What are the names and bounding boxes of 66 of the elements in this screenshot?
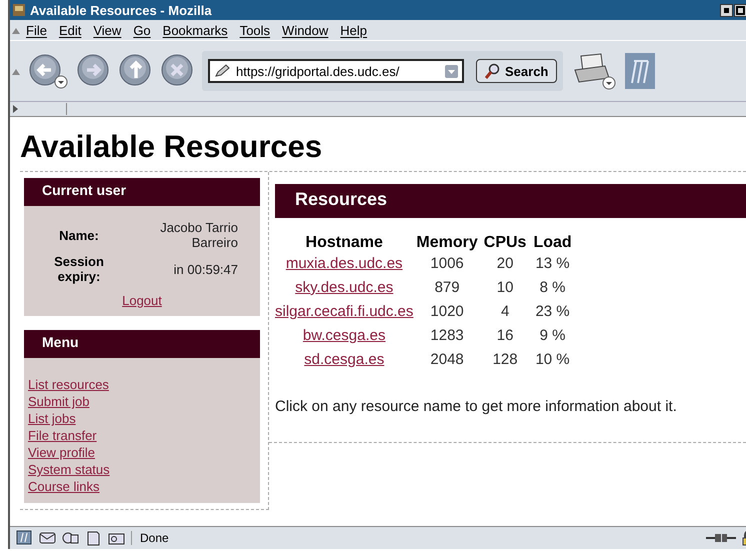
table-cell: 1283 — [430, 327, 464, 344]
hostname-link[interactable]: bw.cesga.es — [302, 327, 386, 344]
field-value: in 00:59:47 — [172, 262, 238, 276]
table-cell: 2048 — [430, 351, 464, 368]
table-cell: 9 % — [540, 327, 566, 344]
column-header: CPUs — [484, 234, 526, 251]
search-icon — [485, 63, 501, 79]
menu-link[interactable]: View profile — [28, 444, 256, 461]
table-cell: 1020 — [430, 303, 464, 320]
table-cell: 879 — [434, 279, 460, 296]
menu-item[interactable]: Edit — [52, 22, 88, 38]
column-header: Memory — [416, 234, 478, 251]
app-icon — [12, 3, 26, 17]
hostname-link[interactable]: sky.des.udc.es — [295, 279, 394, 296]
menu-item[interactable]: File — [20, 22, 53, 38]
status-text: Done — [131, 531, 169, 545]
table-cell: 4 — [500, 303, 510, 320]
menu-link[interactable]: List resources — [28, 376, 256, 393]
search-button[interactable]: Search — [476, 59, 558, 83]
navigator-icon[interactable] — [16, 530, 33, 546]
address-field[interactable]: https://gridportal.des.udc.es/ — [208, 59, 464, 83]
column-header: Load — [533, 234, 572, 251]
panel-title: Current user — [24, 178, 260, 206]
table-cell: 1006 — [430, 255, 464, 272]
table-cell: 16 — [496, 327, 514, 344]
table-cell: 13 % — [535, 255, 570, 272]
hostname-link[interactable]: sd.cesga.es — [304, 351, 384, 368]
menu-link[interactable]: File transfer — [28, 427, 256, 444]
expand-icon[interactable] — [10, 103, 20, 115]
menu-item[interactable]: Go — [127, 22, 157, 38]
table-cell: 10 — [496, 279, 514, 296]
table-cell: 10 % — [535, 351, 570, 368]
menu-link[interactable]: Submit job — [28, 393, 256, 410]
menu-item[interactable]: Help — [334, 22, 374, 38]
hostname-link[interactable]: muxia.des.udc.es — [286, 255, 403, 272]
logout-link[interactable]: Logout — [122, 293, 162, 308]
menu-item[interactable]: Tools — [234, 22, 276, 38]
section-title: Resources — [275, 184, 746, 218]
table-cell: 8 % — [540, 279, 566, 296]
window-title: Available Resources - Mozilla — [30, 2, 213, 18]
menu-item[interactable]: Bookmarks — [156, 22, 234, 38]
pen-icon — [214, 64, 230, 78]
table-cell: 23 % — [535, 303, 570, 320]
table-cell: 20 — [496, 255, 514, 272]
minimize-icon[interactable] — [720, 4, 733, 16]
field-label: Session expiry: — [54, 254, 104, 284]
menu-item[interactable]: Window — [276, 22, 334, 38]
hostname-link[interactable]: silgar.cecafi.fi.udc.es — [275, 303, 414, 320]
table-cell: 128 — [492, 351, 518, 368]
connection-icon — [706, 531, 736, 545]
menu-link[interactable]: List jobs — [28, 410, 256, 427]
composer-icon[interactable] — [85, 530, 102, 546]
panel-title: Menu — [24, 330, 260, 358]
mail-icon[interactable] — [39, 530, 56, 546]
grip-icon — [12, 26, 20, 34]
page-heading: Available Resources — [20, 129, 324, 165]
menu-link[interactable]: Course links — [28, 478, 256, 495]
back-button[interactable] — [28, 53, 68, 89]
field-label: Name: — [59, 228, 99, 242]
menu-link[interactable]: System status — [28, 461, 256, 478]
field-value: Jacobo Tarrio Barreiro — [159, 220, 238, 250]
grip-icon — [12, 67, 20, 75]
menu-item[interactable]: View — [87, 22, 128, 38]
maximize-icon[interactable] — [734, 4, 746, 16]
help-text: Click on any resource name to get more information about it. — [275, 398, 678, 415]
column-header: Hostname — [306, 234, 383, 251]
